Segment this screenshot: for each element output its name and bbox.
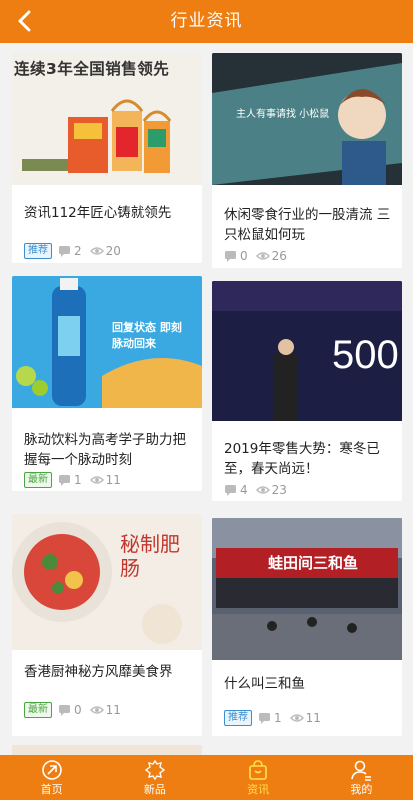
comment-count: 0: [74, 703, 82, 717]
tab-label: 资讯: [247, 783, 270, 796]
comment-icon: [224, 250, 238, 262]
article-thumbnail: 回复状态 即刻脉动回来: [12, 276, 202, 408]
tab-new-products[interactable]: 新品: [103, 755, 206, 800]
profile-icon: [349, 759, 373, 781]
article-thumbnail: 连续3年全国销售领先: [12, 53, 202, 185]
article-title: 香港厨神秘方风靡美食界: [24, 664, 173, 680]
status-badge: 最新: [24, 472, 52, 488]
tab-news[interactable]: 资讯: [207, 755, 310, 800]
eye-icon: [89, 245, 104, 257]
view-count: 20: [105, 244, 121, 258]
comment-count: 0: [240, 249, 248, 263]
home-icon: [40, 759, 64, 781]
eye-icon: [89, 704, 104, 716]
comment-icon: [58, 245, 72, 257]
comment-icon: [224, 484, 238, 496]
status-badge: 最新: [24, 702, 52, 718]
status-badge: 推荐: [224, 710, 252, 726]
thumbnail-caption: 主人有事请找 小松鼠: [236, 109, 330, 120]
article-meta: 最新 1 11: [24, 472, 129, 488]
news-bag-icon: [246, 759, 270, 781]
comment-count: 1: [274, 711, 282, 725]
thumbnail-caption: 500: [332, 333, 399, 377]
thumbnail-caption: 蛙田间三和鱼: [268, 554, 359, 572]
tab-profile[interactable]: 我的: [310, 755, 413, 800]
article-title: 休闲零食行业的一股清流 三只松鼠如何玩: [224, 207, 391, 243]
eye-icon: [289, 712, 304, 724]
article-meta: 0 26: [224, 248, 295, 264]
view-count: 11: [105, 473, 121, 487]
article-meta: 最新 0 11: [24, 702, 129, 718]
eye-icon: [255, 484, 270, 496]
article-meta: 4 23: [224, 482, 295, 498]
article-thumbnail: 秘制肥肠: [12, 514, 202, 650]
page-title: 行业资讯: [170, 11, 243, 31]
new-product-icon: [143, 759, 167, 781]
comment-icon: [258, 712, 272, 724]
tab-label: 首页: [40, 783, 63, 796]
article-card[interactable]: 蛙田间三和鱼 什么叫三和鱼 推荐 1 11: [212, 518, 402, 736]
article-thumbnail: 主人有事请找 小松鼠: [212, 53, 402, 185]
eye-icon: [89, 474, 104, 486]
tab-home[interactable]: 首页: [0, 755, 103, 800]
article-grid: 连续3年全国销售领先 资讯112年匠心铸就领先 推荐 2 20 主人有事请找 小…: [0, 43, 413, 755]
thumbnail-caption: 连续3年全国销售领先: [14, 60, 170, 78]
article-card[interactable]: 连续3年全国销售领先 资讯112年匠心铸就领先 推荐 2 20: [12, 53, 202, 263]
bottom-tab-bar: 首页 新品 资讯 我的: [0, 755, 413, 800]
thumbnail-caption: 秘制肥肠: [120, 532, 180, 580]
article-card[interactable]: 主人有事请找 小松鼠 休闲零食行业的一股清流 三只松鼠如何玩 0 26: [212, 53, 402, 268]
view-count: 26: [271, 249, 287, 263]
article-title: 2019年零售大势：寒冬已至，春天尚远！: [224, 441, 380, 477]
top-bar: 行业资讯: [0, 0, 413, 43]
view-count: 11: [305, 711, 321, 725]
comment-icon: [58, 474, 72, 486]
article-thumbnail: 蛙田间三和鱼: [212, 518, 402, 660]
tab-label: 新品: [143, 783, 166, 796]
view-count: 11: [105, 703, 121, 717]
article-title: 资讯112年匠心铸就领先: [24, 205, 172, 221]
view-count: 23: [271, 483, 287, 497]
article-meta: 推荐 1 11: [224, 710, 329, 726]
thumbnail-caption: 回复状态 即刻脉动回来: [112, 321, 182, 350]
article-card-partial[interactable]: [12, 745, 202, 755]
article-card[interactable]: 500 2019年零售大势：寒冬已至，春天尚远！ 4 23: [212, 281, 402, 501]
article-title: 脉动饮料为高考学子助力把握每一个脉动时刻: [24, 432, 186, 468]
comment-count: 2: [74, 244, 82, 258]
article-meta: 推荐 2 20: [24, 243, 129, 259]
article-thumbnail: 500: [212, 281, 402, 421]
comment-icon: [58, 704, 72, 716]
comment-count: 1: [74, 473, 82, 487]
status-badge: 推荐: [24, 243, 52, 259]
article-card[interactable]: 秘制肥肠 香港厨神秘方风靡美食界 最新 0 11: [12, 514, 202, 736]
comment-count: 4: [240, 483, 248, 497]
article-title: 什么叫三和鱼: [224, 676, 305, 692]
eye-icon: [255, 250, 270, 262]
article-card[interactable]: 回复状态 即刻脉动回来 脉动饮料为高考学子助力把握每一个脉动时刻 最新 1 11: [12, 276, 202, 491]
tab-label: 我的: [350, 783, 373, 796]
